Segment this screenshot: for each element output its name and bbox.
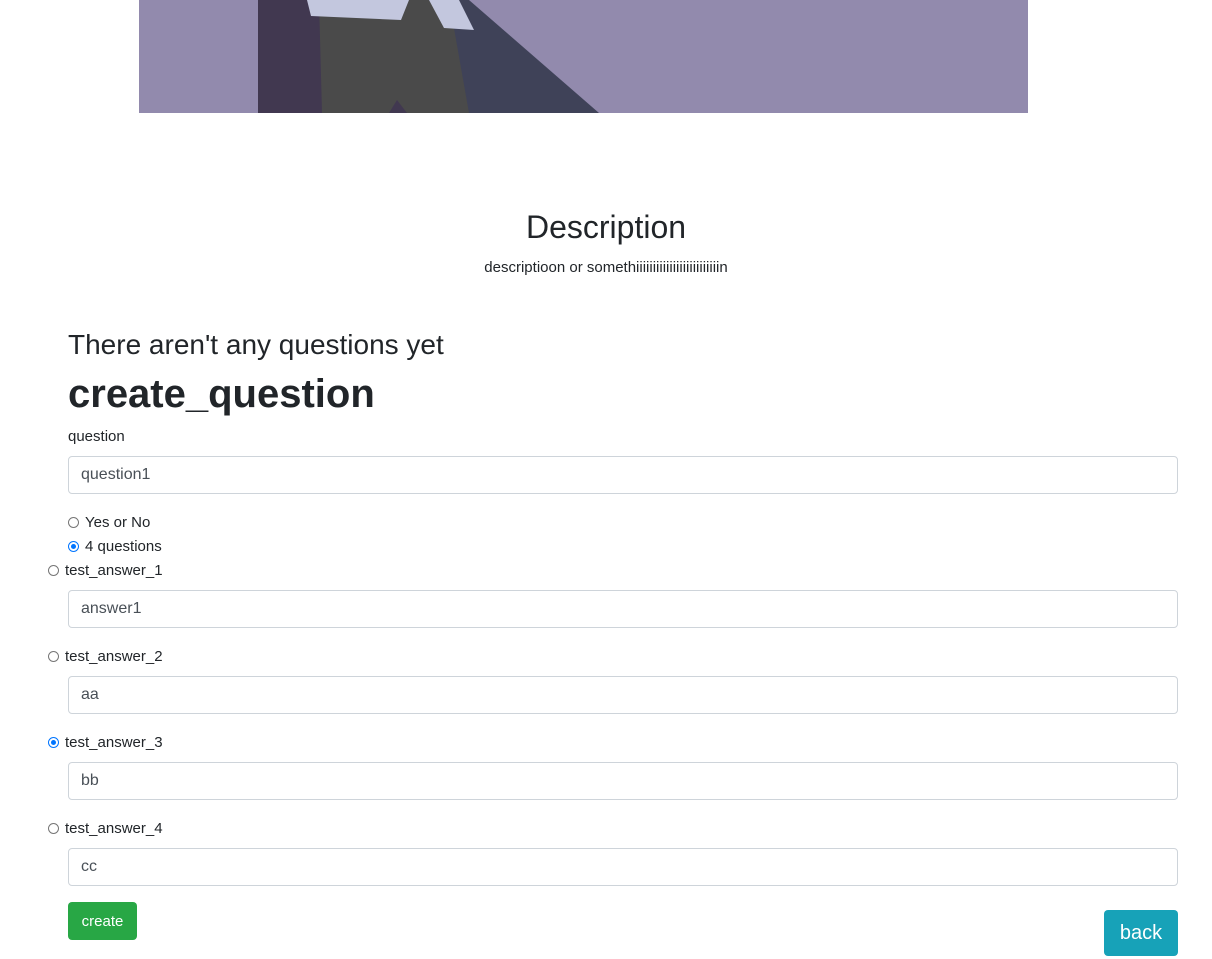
answer-3-row[interactable]: test_answer_3 (48, 735, 163, 750)
hero-illustration (139, 0, 1028, 113)
empty-questions-message: There aren't any questions yet (68, 329, 444, 360)
answer-2-correct-radio[interactable] (48, 651, 59, 662)
answer-1-row[interactable]: test_answer_1 (48, 563, 163, 578)
answer-1-correct-radio[interactable] (48, 565, 59, 576)
answer-2-input[interactable] (68, 676, 1178, 714)
question-label: question (68, 428, 125, 445)
four-answers-radio[interactable] (68, 541, 79, 552)
answer-3-label: test_answer_3 (65, 734, 163, 751)
answer-3-input[interactable] (68, 762, 1178, 800)
four-answers-label: 4 questions (85, 538, 162, 555)
back-button[interactable]: back (1104, 910, 1178, 956)
answer-3-correct-radio[interactable] (48, 737, 59, 748)
type-option-four-answers[interactable]: 4 questions (68, 539, 162, 554)
create-question-heading: create_question (68, 372, 375, 416)
yes-no-label: Yes or No (85, 514, 151, 531)
answer-4-correct-radio[interactable] (48, 823, 59, 834)
answer-4-label: test_answer_4 (65, 820, 163, 837)
yes-no-radio[interactable] (68, 517, 79, 528)
create-button[interactable]: create (68, 902, 137, 940)
answer-2-label: test_answer_2 (65, 648, 163, 665)
hero-image (139, 0, 1028, 113)
description-text: descriptioon or somethiiiiiiiiiiiiiiiiii… (484, 259, 728, 276)
answer-4-input[interactable] (68, 848, 1178, 886)
answer-2-row[interactable]: test_answer_2 (48, 649, 163, 664)
type-option-yes-no[interactable]: Yes or No (68, 515, 150, 530)
answer-1-label: test_answer_1 (65, 562, 163, 579)
description-title: Description (525, 209, 687, 245)
answer-4-row[interactable]: test_answer_4 (48, 821, 163, 836)
page: Description descriptioon or somethiiiiii… (0, 0, 1212, 959)
answer-1-input[interactable] (68, 590, 1178, 628)
question-input[interactable] (68, 456, 1178, 494)
